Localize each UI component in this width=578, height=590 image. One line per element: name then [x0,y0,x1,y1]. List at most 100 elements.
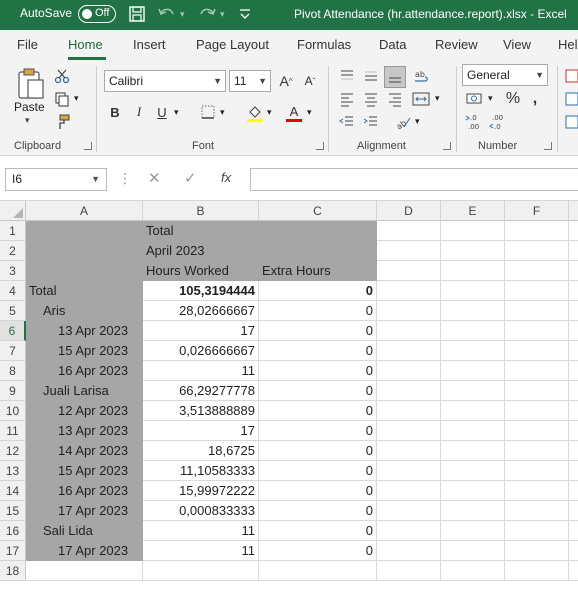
format-painter-icon[interactable] [52,112,72,132]
hours-worked-cell[interactable]: 0,026666667 [143,341,259,361]
column-header-d[interactable]: D [377,201,441,221]
empty-cell[interactable] [569,341,578,361]
pivot-row-label[interactable]: Juali Larisa [26,381,143,401]
paste-dropdown-icon[interactable]: ▾ [25,115,30,126]
empty-cell[interactable] [377,361,441,381]
empty-cell[interactable] [505,341,569,361]
copy-dropdown-icon[interactable]: ▾ [74,93,79,104]
empty-cell[interactable] [569,561,578,581]
insert-function-icon[interactable]: fx [221,170,231,185]
empty-cell[interactable] [441,401,505,421]
merge-center-icon[interactable] [411,89,431,109]
pivot-column-header[interactable] [259,221,377,241]
pivot-row-label[interactable]: 16 Apr 2023 [26,481,143,501]
align-right-icon[interactable] [385,89,405,109]
bottom-align-icon[interactable] [384,66,406,88]
pivot-row-label[interactable]: 17 Apr 2023 [26,501,143,521]
fill-color-icon[interactable] [245,102,265,124]
conditional-formatting-icon[interactable] [564,66,578,86]
empty-cell[interactable] [441,381,505,401]
empty-cell[interactable] [377,461,441,481]
accounting-format-icon[interactable] [464,89,486,109]
middle-align-icon[interactable] [361,66,381,86]
extra-hours-cell[interactable]: 0 [259,481,377,501]
orientation-icon[interactable]: ab [393,112,413,132]
comma-style-icon[interactable]: , [528,89,542,109]
pivot-row-label[interactable] [26,261,143,281]
font-size-select[interactable]: 11 ▼ [229,70,271,92]
empty-cell[interactable] [569,221,578,241]
column-header-c[interactable]: C [259,201,377,221]
font-name-select[interactable]: Calibri ▼ [104,70,226,92]
empty-cell[interactable] [569,301,578,321]
empty-cell[interactable] [441,341,505,361]
empty-cell[interactable] [377,441,441,461]
pivot-row-label[interactable]: 13 Apr 2023 [26,321,143,341]
empty-cell[interactable] [441,281,505,301]
empty-cell[interactable] [505,261,569,281]
empty-cell[interactable] [505,421,569,441]
hours-worked-cell[interactable]: 66,29277778 [143,381,259,401]
hours-worked-cell[interactable] [143,561,259,581]
pivot-row-label[interactable]: 15 Apr 2023 [26,461,143,481]
row-header[interactable]: 18 [0,561,26,581]
increase-font-size-icon[interactable]: A ^ [276,71,296,91]
empty-cell[interactable] [569,521,578,541]
undo-icon[interactable] [156,4,178,26]
tab-formulas[interactable]: Formulas [297,37,351,52]
row-header[interactable]: 14 [0,481,26,501]
redo-dropdown-icon[interactable]: ▾ [220,9,225,31]
empty-cell[interactable] [441,461,505,481]
row-header[interactable]: 1 [0,221,26,241]
empty-cell[interactable] [569,381,578,401]
pivot-row-label[interactable] [26,221,143,241]
row-header[interactable]: 4 [0,281,26,301]
empty-cell[interactable] [377,281,441,301]
pivot-row-label[interactable]: Total [26,281,143,301]
hours-worked-cell[interactable]: 11,10583333 [143,461,259,481]
empty-cell[interactable] [505,561,569,581]
font-color-icon[interactable]: A [284,102,304,124]
row-header[interactable]: 11 [0,421,26,441]
more-options-icon[interactable]: ⋮ [118,170,132,187]
extra-hours-cell[interactable]: 0 [259,321,377,341]
number-format-select[interactable]: General ▼ [462,64,548,86]
pivot-column-header[interactable]: Total [143,221,259,241]
redo-icon[interactable] [196,4,218,26]
column-header-b[interactable]: B [143,201,259,221]
empty-cell[interactable] [505,481,569,501]
spreadsheet-grid[interactable]: ABCDEF 1 Total 2 April 2023 3 Hours Worked Ext… [0,201,578,590]
wrap-text-icon[interactable]: ab [411,66,433,88]
formula-input[interactable] [250,168,578,191]
extra-hours-cell[interactable]: 0 [259,401,377,421]
empty-cell[interactable] [441,301,505,321]
cancel-icon[interactable]: ✕ [148,169,161,187]
empty-cell[interactable] [377,241,441,261]
empty-cell[interactable] [377,541,441,561]
paste-label[interactable]: Paste [14,100,45,114]
percent-style-icon[interactable]: % [503,89,523,109]
italic-icon[interactable]: I [130,102,148,122]
extra-hours-cell[interactable]: 0 [259,361,377,381]
empty-cell[interactable] [377,421,441,441]
empty-cell[interactable] [505,221,569,241]
empty-cell[interactable] [377,381,441,401]
hours-worked-cell[interactable]: 3,513888889 [143,401,259,421]
fill-color-dropdown-icon[interactable]: ▾ [267,107,272,118]
hours-worked-cell[interactable]: 18,6725 [143,441,259,461]
row-header[interactable]: 16 [0,521,26,541]
cell-styles-icon[interactable] [564,112,578,132]
empty-cell[interactable] [569,361,578,381]
borders-dropdown-icon[interactable]: ▾ [220,107,225,118]
empty-cell[interactable] [569,241,578,261]
empty-cell[interactable] [377,501,441,521]
hours-worked-cell[interactable]: 105,3194444 [143,281,259,301]
column-header-a[interactable]: A [26,201,143,221]
empty-cell[interactable] [505,241,569,261]
empty-cell[interactable] [441,441,505,461]
format-as-table-icon[interactable] [564,89,578,109]
row-header[interactable]: 5 [0,301,26,321]
pivot-row-label[interactable] [26,561,143,581]
pivot-row-label[interactable]: 13 Apr 2023 [26,421,143,441]
empty-cell[interactable] [569,261,578,281]
